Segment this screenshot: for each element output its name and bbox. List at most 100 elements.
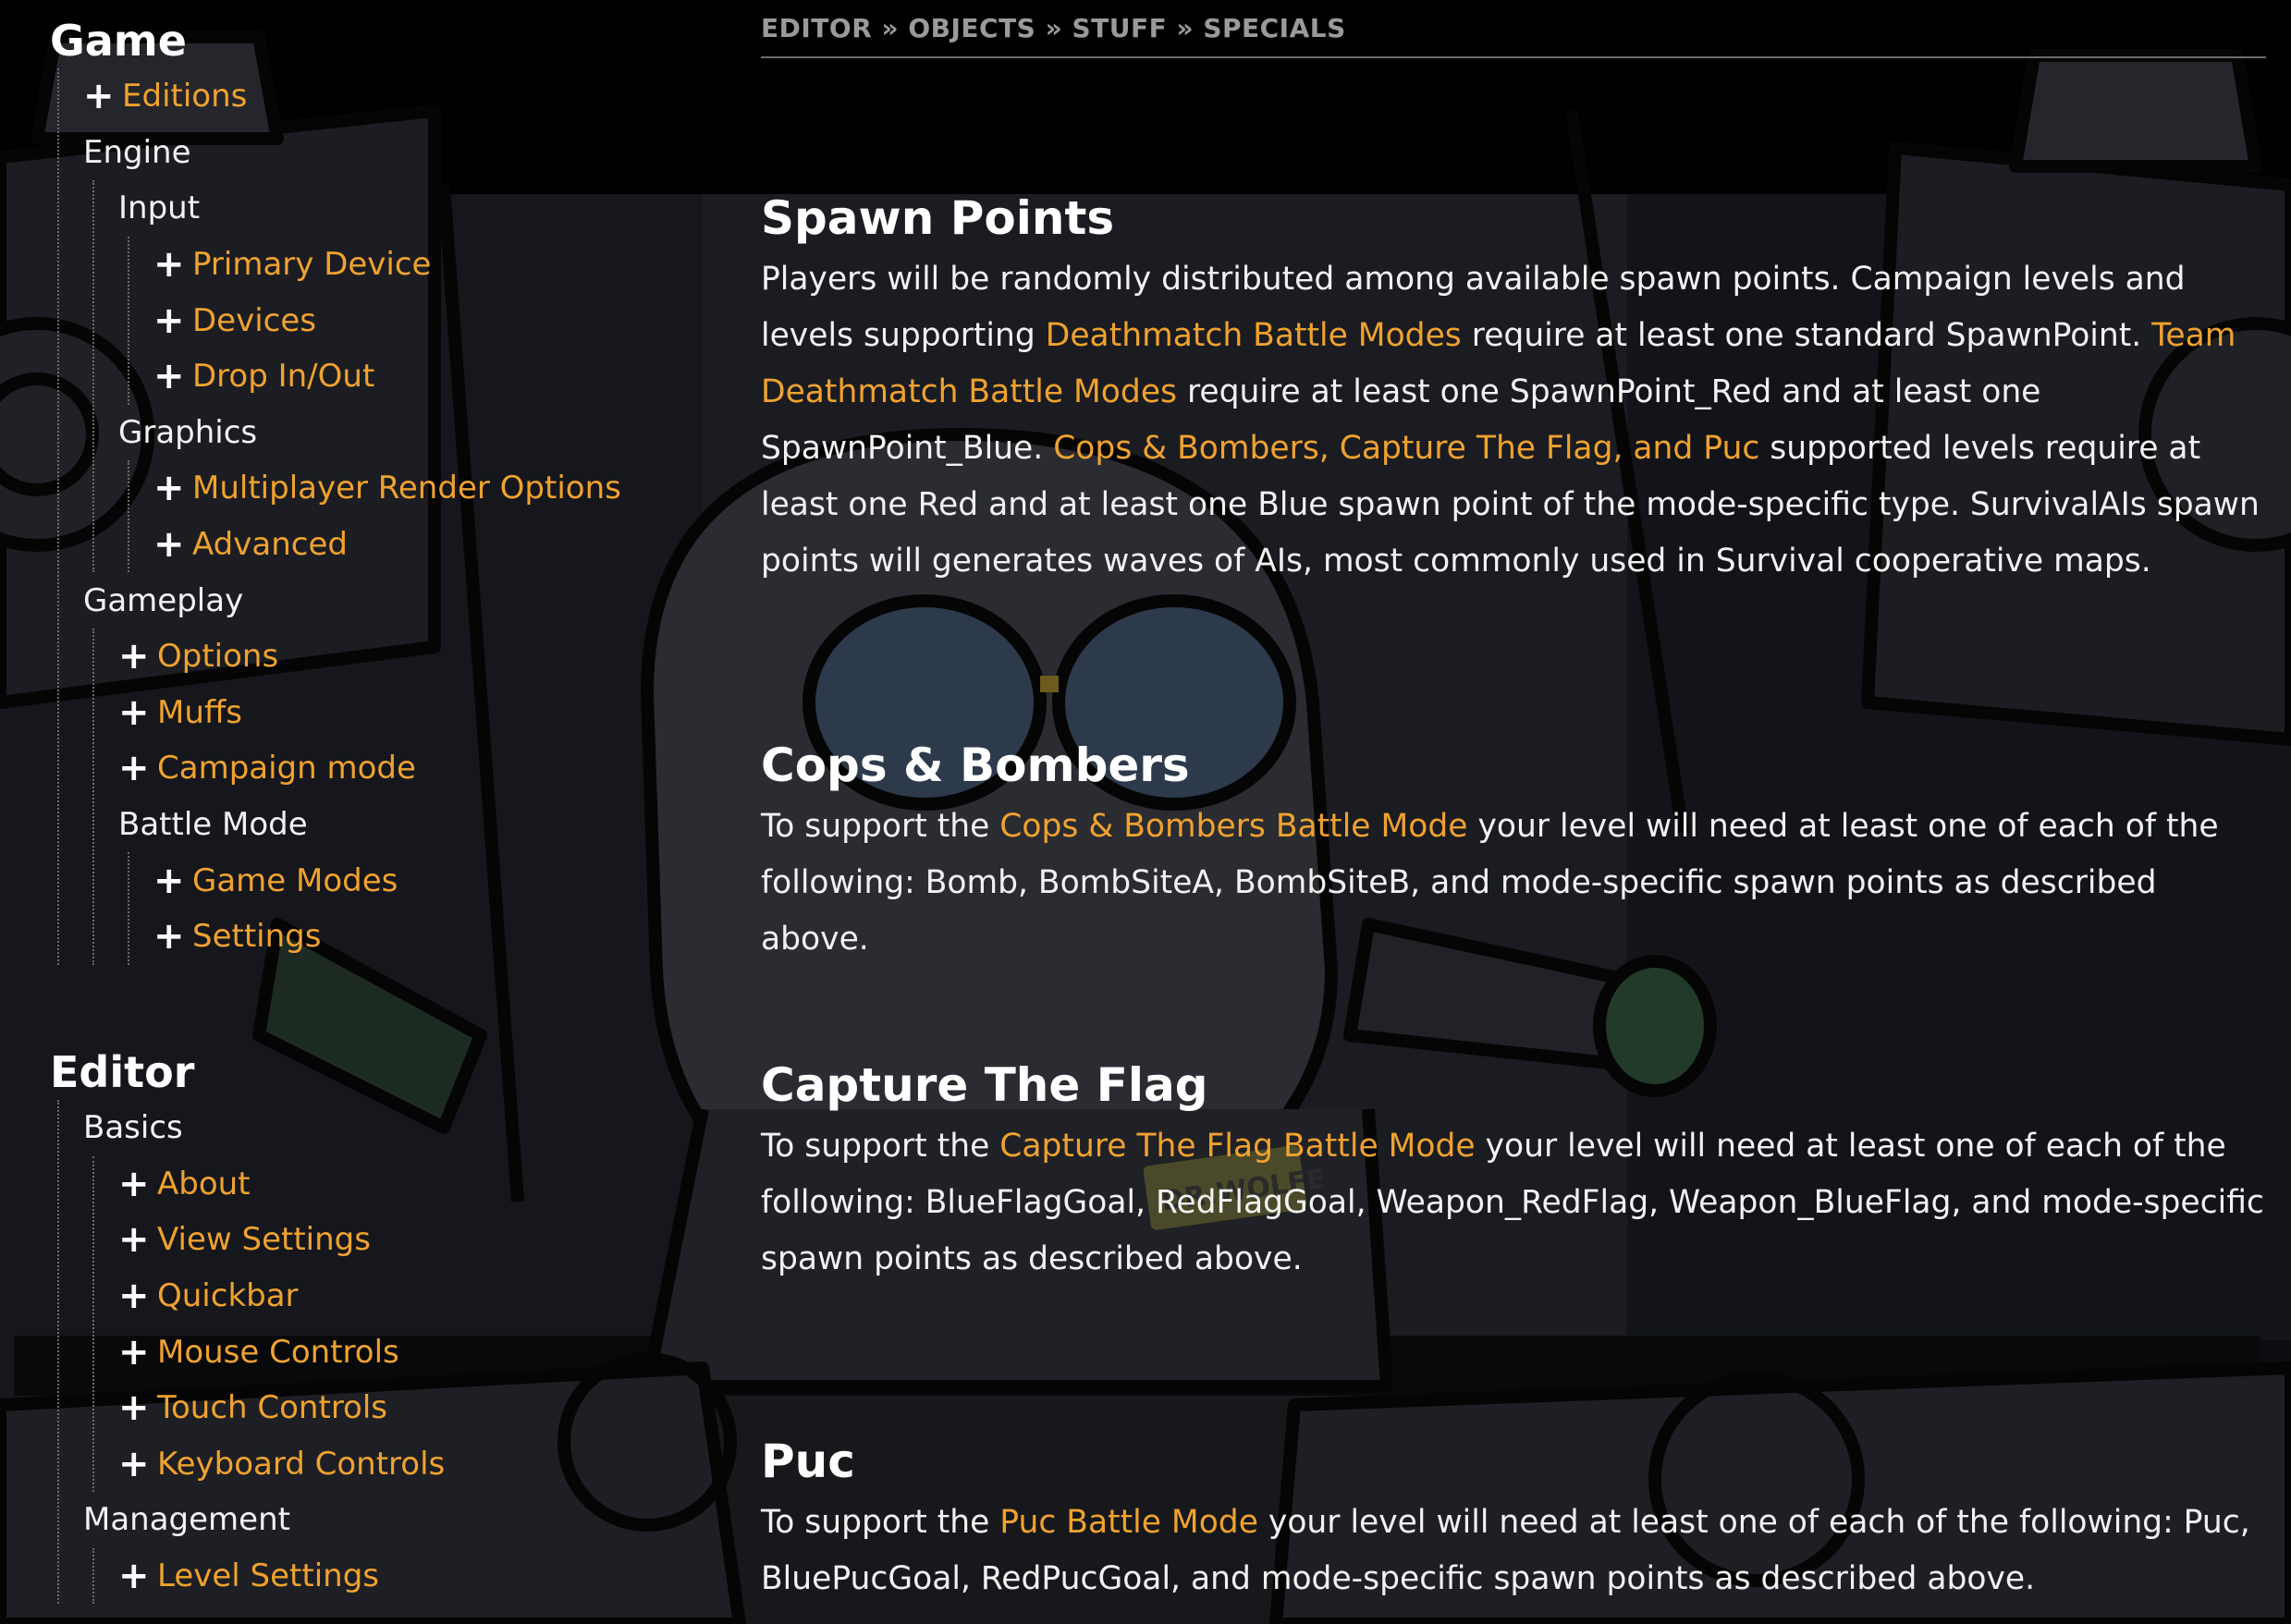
link-puc-battle-mode[interactable]: Puc Battle Mode <box>999 1504 1258 1541</box>
breadcrumb-specials: SPECIALS <box>1203 13 1346 43</box>
plus-icon[interactable]: + <box>118 1166 150 1203</box>
nav-group-label: Management <box>83 1501 290 1539</box>
nav-item-settings[interactable]: + Settings <box>129 909 621 965</box>
nav-group-management: Management <box>59 1492 445 1548</box>
nav-item-label[interactable]: About <box>157 1156 251 1212</box>
plus-icon[interactable]: + <box>153 246 185 283</box>
nav-item-label[interactable]: View Settings <box>157 1212 371 1267</box>
nav-item-editions[interactable]: + Editions <box>59 68 621 125</box>
body-text: require at least one standard SpawnPoint… <box>1461 317 2152 354</box>
breadcrumb-editor[interactable]: EDITOR <box>761 13 872 43</box>
nav-section-title-editor: Editor <box>50 1047 195 1097</box>
nav-item-label[interactable]: Touch Controls <box>157 1380 387 1435</box>
breadcrumb-separator: » <box>1045 13 1063 43</box>
gameplay-tree: + Options + Muffs + Campaign mode Battle Mo… <box>92 628 621 965</box>
plus-icon[interactable]: + <box>118 694 150 731</box>
plus-icon[interactable]: + <box>118 1334 150 1371</box>
plus-icon[interactable]: + <box>118 638 150 675</box>
section-title: Spawn Points <box>761 191 1115 245</box>
section-title: Puc <box>761 1435 855 1488</box>
nav-item-about[interactable]: + About <box>94 1156 445 1213</box>
plus-icon[interactable]: + <box>118 1389 150 1426</box>
input-tree: + Primary Device + Devices + Drop In/Out <box>128 236 621 405</box>
nav-item-mouse-controls[interactable]: + Mouse Controls <box>94 1324 445 1380</box>
nav-item-level-settings[interactable]: + Level Settings <box>94 1548 445 1605</box>
nav-item-game-modes[interactable]: + Game Modes <box>129 852 621 909</box>
section-body: To support the Puc Battle Mode your leve… <box>761 1495 2266 1607</box>
nav-item-options[interactable]: + Options <box>94 629 621 685</box>
nav-item-label[interactable]: Quickbar <box>157 1268 299 1324</box>
nav-item-label[interactable]: Campaign mode <box>157 740 416 796</box>
nav-section-game: Game + Editions Engine Input + Primary Dev… <box>50 13 621 965</box>
nav-item-label[interactable]: Muffs <box>157 685 242 740</box>
nav-item-label[interactable]: Level Settings <box>157 1548 379 1604</box>
link-deathmatch-battle-modes[interactable]: Deathmatch Battle Modes <box>1046 317 1462 354</box>
nav-item-label[interactable]: Keyboard Controls <box>157 1436 445 1492</box>
nav-item-label[interactable]: Primary Device <box>192 237 431 292</box>
section-capture-the-flag: Capture The Flag To support the Capture … <box>761 1052 2266 1288</box>
plus-icon[interactable]: + <box>83 78 115 115</box>
nav-item-campaign-mode[interactable]: + Campaign mode <box>94 740 621 797</box>
nav-item-primary-device[interactable]: + Primary Device <box>129 237 621 293</box>
breadcrumb: EDITOR » OBJECTS » STUFF » SPECIALS <box>761 13 2266 58</box>
nav-item-view-settings[interactable]: + View Settings <box>94 1212 445 1268</box>
nav-item-label[interactable]: Advanced <box>192 517 348 572</box>
nav-item-label[interactable]: Multiplayer Render Options <box>192 460 621 516</box>
nav-item-touch-controls[interactable]: + Touch Controls <box>94 1380 445 1436</box>
breadcrumb-separator: » <box>881 13 900 43</box>
section-spawn-points: Spawn Points Players will be randomly di… <box>761 185 2266 590</box>
nav-group-label: Battle Mode <box>118 806 308 844</box>
plus-icon[interactable]: + <box>118 1221 150 1258</box>
nav-item-devices[interactable]: + Devices <box>129 292 621 348</box>
plus-icon[interactable]: + <box>118 750 150 787</box>
section-title: Cops & Bombers <box>761 739 1190 792</box>
plus-icon[interactable]: + <box>153 862 185 899</box>
breadcrumb-objects[interactable]: OBJECTS <box>908 13 1035 43</box>
nav-group-label: Basics <box>83 1109 183 1147</box>
nav-section-title-game: Game <box>50 16 187 66</box>
game-tree: + Editions Engine Input + Primary Device +… <box>57 68 621 965</box>
breadcrumb-separator: » <box>1176 13 1195 43</box>
section-body: To support the Cops & Bombers Battle Mod… <box>761 799 2266 968</box>
plus-icon[interactable]: + <box>153 358 185 395</box>
nav-item-label[interactable]: Settings <box>192 909 321 964</box>
plus-icon[interactable]: + <box>118 1446 150 1483</box>
nav-group-gameplay: Gameplay <box>59 572 621 629</box>
body-text: To support the <box>761 808 1000 845</box>
nav-item-label[interactable]: Devices <box>192 293 316 348</box>
nav-item-advanced[interactable]: + Advanced <box>129 517 621 573</box>
nav-group-label: Engine <box>83 133 191 171</box>
battle-mode-tree: + Game Modes + Settings <box>128 852 621 965</box>
plus-icon[interactable]: + <box>153 302 185 339</box>
plus-icon[interactable]: + <box>153 470 185 507</box>
management-tree: + Level Settings <box>92 1547 445 1605</box>
plus-icon[interactable]: + <box>118 1557 150 1594</box>
nav-item-quickbar[interactable]: + Quickbar <box>94 1268 445 1325</box>
nav-group-label: Input <box>118 189 201 227</box>
nav-item-label[interactable]: Options <box>157 629 278 684</box>
nav-item-label[interactable]: Editions <box>122 68 247 124</box>
nav-item-label[interactable]: Drop In/Out <box>192 348 374 404</box>
nav-item-muffs[interactable]: + Muffs <box>94 685 621 741</box>
section-cops-bombers: Cops & Bombers To support the Cops & Bom… <box>761 732 2266 968</box>
nav-item-keyboard-controls[interactable]: + Keyboard Controls <box>94 1436 445 1493</box>
breadcrumb-stuff[interactable]: STUFF <box>1072 13 1167 43</box>
link-cops-bombers-ctf-puc[interactable]: Cops & Bombers, Capture The Flag, and Pu… <box>1053 430 1759 467</box>
link-cops-bombers-battle-mode[interactable]: Cops & Bombers Battle Mode <box>999 808 1467 845</box>
section-puc: Puc To support the Puc Battle Mode your … <box>761 1428 2266 1607</box>
nav-item-multiplayer-render-options[interactable]: + Multiplayer Render Options <box>129 460 621 517</box>
plus-icon[interactable]: + <box>153 526 185 563</box>
nav-group-basics: Basics <box>59 1100 445 1156</box>
section-body: Players will be randomly distributed amo… <box>761 251 2266 590</box>
plus-icon[interactable]: + <box>118 1277 150 1314</box>
nav-group-engine: Engine <box>59 125 621 181</box>
plus-icon[interactable]: + <box>153 918 185 955</box>
nav-item-drop-in-out[interactable]: + Drop In/Out <box>129 348 621 405</box>
nav-group-input: Input <box>94 180 621 237</box>
body-text: To support the <box>761 1128 1000 1165</box>
nav-item-label[interactable]: Mouse Controls <box>157 1325 399 1380</box>
nav-item-label[interactable]: Game Modes <box>192 853 398 909</box>
engine-tree: Input + Primary Device + Devices + Drop In/… <box>92 180 621 573</box>
section-body: To support the Capture The Flag Battle M… <box>761 1118 2266 1288</box>
link-capture-the-flag-battle-mode[interactable]: Capture The Flag Battle Mode <box>999 1128 1475 1165</box>
